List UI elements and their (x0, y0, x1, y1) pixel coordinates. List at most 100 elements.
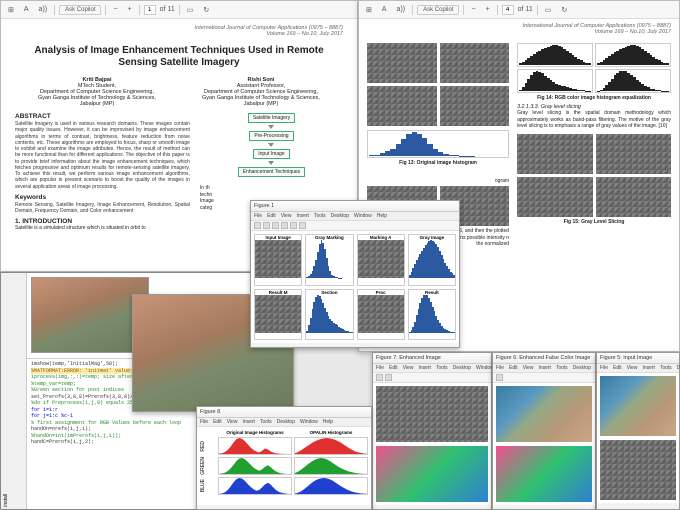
menu-window[interactable]: Window (300, 419, 318, 425)
figure-menubar[interactable]: FileEditViewInsertToolsDesktopWindowHelp (493, 364, 595, 373)
arrow-down-icon (268, 143, 274, 147)
col-title: OPALIN Histograms (294, 430, 368, 435)
menu-view[interactable]: View (227, 419, 238, 425)
ask-copilot-button[interactable]: Ask Copilot (59, 5, 101, 15)
rotate-button[interactable]: ↻ (200, 5, 212, 15)
page-number-input[interactable] (144, 5, 156, 15)
pdf-toolbar: ⊞ A a)) Ask Copilot − + of 11 ▭ ↻ (359, 1, 679, 19)
figure-titlebar[interactable]: Figure 1 (251, 201, 459, 212)
satellite-thumb (440, 43, 510, 83)
figure-toolbar[interactable] (251, 221, 459, 231)
rotate-icon[interactable] (290, 222, 297, 229)
separator (463, 5, 464, 15)
zoom-icon[interactable] (272, 222, 279, 229)
fit-page-button[interactable]: ⊞ (363, 5, 375, 15)
author-block-1: Kriti Bajpai MTech Student, Department o… (38, 77, 156, 107)
menu-tools[interactable]: Tools (260, 419, 272, 425)
menu-desktop[interactable]: Desktop (677, 365, 680, 371)
figure-menubar[interactable]: FileEditViewInsertToolsDesktopWindowHelp (597, 364, 679, 373)
save-icon[interactable] (496, 374, 503, 381)
menu-help[interactable]: Help (377, 213, 387, 219)
menu-desktop[interactable]: Desktop (331, 213, 349, 219)
menu-insert[interactable]: Insert (538, 365, 551, 371)
menu-insert[interactable]: Insert (242, 419, 255, 425)
menu-desktop[interactable]: Desktop (277, 419, 295, 425)
menu-tools[interactable]: Tools (660, 365, 672, 371)
satellite-thumb (440, 86, 510, 126)
figure-titlebar[interactable]: Figure 7: Enhanced Image (373, 353, 491, 364)
figure-menubar[interactable]: File Edit View Insert Tools Desktop Window Help (251, 212, 459, 221)
read-aloud-button[interactable]: a)) (394, 5, 409, 14)
abstract-text: Satellite Imagery is used in various res… (15, 121, 190, 190)
fig14-hist-grid (517, 43, 671, 93)
menu-edit[interactable]: Edit (389, 365, 398, 371)
fit-page-button[interactable]: ⊞ (5, 5, 17, 15)
paper-title: Analysis of Image Enhancement Techniques… (15, 45, 343, 69)
flow-step: Enhancement Techniques (238, 167, 305, 177)
datacursor-icon[interactable] (299, 222, 306, 229)
zoom-out-button[interactable]: − (468, 5, 478, 14)
figure-menubar[interactable]: FileEditViewInsertToolsDesktopWindowHelp (373, 364, 491, 373)
menu-desktop[interactable]: Desktop (573, 365, 591, 371)
zoom-in-button[interactable]: + (483, 5, 493, 14)
figure-toolbar[interactable] (493, 373, 595, 383)
menu-tools[interactable]: Tools (556, 365, 568, 371)
satellite-thumb (367, 43, 437, 83)
figure-window-rgb-hist: Figure 8 File Edit View Insert Tools Desktop W… (196, 406, 372, 510)
band-label: RED (200, 441, 216, 452)
menu-tools[interactable]: Tools (436, 365, 448, 371)
menu-view[interactable]: View (281, 213, 292, 219)
separator (54, 5, 55, 15)
menu-file[interactable]: File (376, 365, 384, 371)
layout-button[interactable]: ▭ (184, 5, 197, 15)
zoom-in-button[interactable]: + (125, 5, 135, 14)
figure-titlebar[interactable]: Figure 5: Input Image (597, 353, 679, 364)
save-icon[interactable] (376, 374, 383, 381)
menu-file[interactable]: File (496, 365, 504, 371)
menu-file[interactable]: File (600, 365, 608, 371)
menu-file[interactable]: File (200, 419, 208, 425)
figure-titlebar[interactable]: Figure 8 (197, 407, 371, 418)
layout-button[interactable]: ▭ (542, 5, 555, 15)
subplot: Result (408, 289, 456, 341)
figure-window-enhanced: Figure 7: Enhanced Image File Edit View Ins… (372, 352, 492, 510)
introduction-text: Satellite is a simulated structure which… (15, 225, 190, 231)
coastal-image (600, 376, 676, 436)
text-size-button[interactable]: A (379, 5, 390, 14)
figure-menubar[interactable]: File Edit View Insert Tools Desktop Window Help (197, 418, 371, 427)
zoom-icon[interactable] (385, 374, 392, 381)
menu-file[interactable]: File (254, 213, 262, 219)
zoom-out-button[interactable]: − (110, 5, 120, 14)
rotate-button[interactable]: ↻ (558, 5, 570, 15)
journal-volume: Volume 169 – No.10, July 2017 (367, 29, 671, 35)
menu-edit[interactable]: Edit (509, 365, 518, 371)
satellite-thumb (596, 134, 671, 174)
menu-view[interactable]: View (523, 365, 534, 371)
figure-toolbar[interactable] (373, 373, 491, 383)
figure-title: Figure 8 (200, 409, 220, 415)
figure-title: Figure 6: Enhanced False Color Image (496, 355, 590, 361)
menu-insert[interactable]: Insert (642, 365, 655, 371)
menu-desktop[interactable]: Desktop (453, 365, 471, 371)
page-number-input[interactable] (502, 5, 514, 15)
menu-window[interactable]: Window (354, 213, 372, 219)
save-icon[interactable] (254, 222, 261, 229)
menu-edit[interactable]: Edit (613, 365, 622, 371)
figure-titlebar[interactable]: Figure 6: Enhanced False Color Image (493, 353, 595, 364)
menu-insert[interactable]: Insert (296, 213, 309, 219)
text-size-button[interactable]: A (21, 5, 32, 14)
menu-edit[interactable]: Edit (267, 213, 276, 219)
menu-help[interactable]: Help (323, 419, 333, 425)
journal-volume: Volume 169 – No.10, July 2017 (15, 31, 343, 37)
menu-view[interactable]: View (403, 365, 414, 371)
menu-view[interactable]: View (627, 365, 638, 371)
section-body: Gray level slicing is the spatial domain… (517, 110, 671, 130)
menu-insert[interactable]: Insert (418, 365, 431, 371)
workspace-panel[interactable]: install (1, 273, 27, 509)
menu-edit[interactable]: Edit (213, 419, 222, 425)
pan-icon[interactable] (281, 222, 288, 229)
menu-tools[interactable]: Tools (314, 213, 326, 219)
print-icon[interactable] (263, 222, 270, 229)
ask-copilot-button[interactable]: Ask Copilot (417, 5, 459, 15)
read-aloud-button[interactable]: a)) (36, 5, 51, 14)
